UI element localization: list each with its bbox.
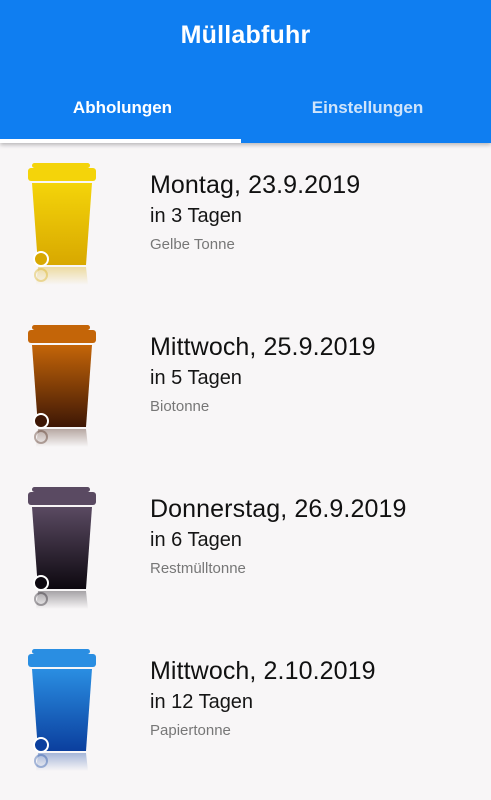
pickup-row[interactable]: Mittwoch, 25.9.2019 in 5 Tagen Biotonne bbox=[0, 305, 491, 467]
pickup-text: Montag, 23.9.2019 in 3 Tagen Gelbe Tonne bbox=[150, 171, 360, 253]
pickup-date: Donnerstag, 26.9.2019 bbox=[150, 495, 407, 523]
pickup-days-until: in 12 Tagen bbox=[150, 691, 254, 713]
app-title: Müllabfuhr bbox=[180, 21, 311, 49]
pickup-days-until: in 5 Tagen bbox=[150, 367, 242, 389]
pickup-text: Donnerstag, 26.9.2019 in 6 Tagen Restmül… bbox=[150, 495, 406, 577]
pickup-date: Mittwoch, 2.10.2019 bbox=[150, 657, 376, 685]
pickup-bin-type: Restmülltonne bbox=[150, 560, 246, 577]
yellow-bin-icon bbox=[28, 163, 96, 285]
blue-bin-icon bbox=[28, 649, 96, 771]
pickup-row[interactable]: Mittwoch, 2.10.2019 in 12 Tagen Papierto… bbox=[0, 629, 491, 791]
pickup-list: Montag, 23.9.2019 in 3 Tagen Gelbe Tonne… bbox=[0, 143, 491, 791]
brown-bin-icon bbox=[28, 325, 96, 447]
pickup-text: Mittwoch, 25.9.2019 in 5 Tagen Biotonne bbox=[150, 333, 376, 415]
black-bin-icon bbox=[28, 487, 96, 609]
pickup-days-until: in 6 Tagen bbox=[150, 529, 242, 551]
pickup-row[interactable]: Montag, 23.9.2019 in 3 Tagen Gelbe Tonne bbox=[0, 143, 491, 305]
pickup-days-until: in 3 Tagen bbox=[150, 205, 242, 227]
pickup-row[interactable]: Donnerstag, 26.9.2019 in 6 Tagen Restmül… bbox=[0, 467, 491, 629]
app-bar: Müllabfuhr Abholungen Einstellungen bbox=[0, 0, 491, 143]
pickup-bin-type: Papiertonne bbox=[150, 722, 231, 739]
pickup-text: Mittwoch, 2.10.2019 in 12 Tagen Papierto… bbox=[150, 657, 376, 739]
pickup-date: Montag, 23.9.2019 bbox=[150, 171, 361, 199]
pickup-bin-type: Gelbe Tonne bbox=[150, 236, 235, 253]
pickup-bin-type: Biotonne bbox=[150, 398, 210, 415]
tab-einstellungen[interactable]: Einstellungen bbox=[245, 78, 490, 143]
tab-abholungen[interactable]: Abholungen bbox=[0, 78, 245, 143]
pickup-date: Mittwoch, 25.9.2019 bbox=[150, 333, 376, 361]
